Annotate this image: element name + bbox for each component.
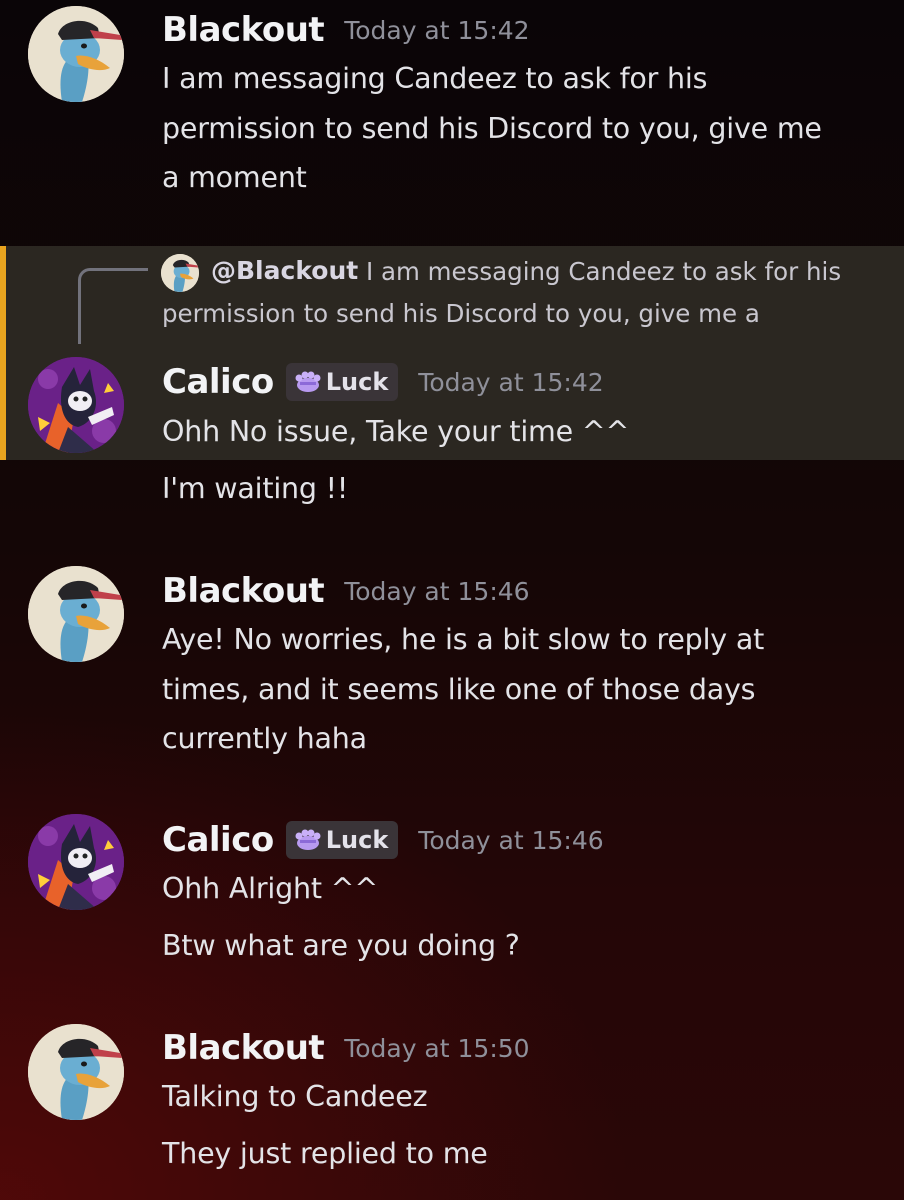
message-text: I'm waiting !!: [162, 472, 349, 505]
message-text: Aye! No worries, he is a bit slow to rep…: [162, 623, 765, 656]
username[interactable]: Calico: [162, 820, 274, 860]
timestamp[interactable]: Today at 15:42: [418, 368, 603, 397]
badge-label: Luck: [325, 368, 389, 396]
timestamp[interactable]: Today at 15:46: [418, 826, 603, 855]
message-header: Blackout Today at 15:46: [162, 571, 530, 611]
message-text: currently haha: [162, 722, 367, 755]
reply-spine: [78, 268, 148, 344]
username[interactable]: Calico: [162, 362, 274, 402]
paw-icon: [295, 371, 321, 392]
mention-highlight-bar: [0, 246, 6, 460]
cat-avatar[interactable]: [28, 357, 124, 453]
message-text: Ohh Alright ^^: [162, 872, 379, 905]
timestamp[interactable]: Today at 15:42: [344, 16, 529, 45]
reply-text: permission to send his Discord to you, g…: [162, 299, 760, 328]
duck-avatar[interactable]: [28, 1024, 124, 1120]
duck-avatar[interactable]: [28, 566, 124, 662]
username[interactable]: Blackout: [162, 10, 325, 50]
message-text: I am messaging Candeez to ask for his: [162, 62, 708, 95]
message-text: a moment: [162, 161, 307, 194]
badge-label: Luck: [325, 826, 389, 854]
message-text: Btw what are you doing ?: [162, 929, 520, 962]
timestamp[interactable]: Today at 15:46: [344, 577, 529, 606]
reply-text: I am messaging Candeez to ask for his: [366, 257, 842, 286]
message-text: times, and it seems like one of those da…: [162, 673, 756, 706]
reply-author[interactable]: @Blackout: [211, 256, 358, 285]
timestamp[interactable]: Today at 15:50: [344, 1034, 529, 1063]
message-header: Blackout Today at 15:50: [162, 1028, 530, 1068]
reply-avatar-icon: [161, 254, 199, 292]
message-header: Calico Luck Today at 15:46: [162, 820, 604, 860]
paw-icon: [295, 829, 321, 850]
message-text: They just replied to me: [162, 1137, 488, 1170]
message-text: permission to send his Discord to you, g…: [162, 112, 822, 145]
message-text: Ohh No issue, Take your time ^^: [162, 415, 630, 448]
username[interactable]: Blackout: [162, 571, 325, 611]
message-header: Blackout Today at 15:42: [162, 10, 530, 50]
message-text: Talking to Candeez: [162, 1080, 428, 1113]
role-badge[interactable]: Luck: [285, 363, 399, 401]
cat-avatar[interactable]: [28, 814, 124, 910]
message-header: Calico Luck Today at 15:42: [162, 362, 604, 402]
username[interactable]: Blackout: [162, 1028, 325, 1068]
role-badge[interactable]: Luck: [285, 821, 399, 859]
duck-avatar[interactable]: [28, 6, 124, 102]
